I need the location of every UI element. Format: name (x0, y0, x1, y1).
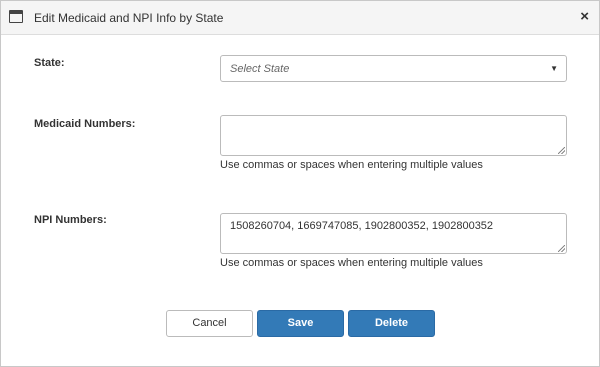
state-select-placeholder: Select State (230, 63, 290, 75)
chevron-down-icon: ▼ (550, 64, 558, 73)
state-select[interactable]: Select State ▼ (220, 55, 567, 82)
save-button[interactable]: Save (257, 310, 344, 337)
npi-numbers-label: NPI Numbers: (34, 214, 107, 226)
cancel-button[interactable]: Cancel (166, 310, 253, 337)
medicaid-numbers-hint: Use commas or spaces when entering multi… (220, 159, 483, 171)
resize-grip-icon[interactable] (558, 245, 565, 252)
state-label: State: (34, 57, 65, 69)
resize-grip-icon[interactable] (558, 147, 565, 154)
edit-medicaid-npi-dialog: Edit Medicaid and NPI Info by State × St… (0, 0, 600, 367)
npi-numbers-input[interactable]: 1508260704, 1669747085, 1902800352, 1902… (220, 213, 567, 254)
dialog-titlebar: Edit Medicaid and NPI Info by State × (1, 1, 599, 35)
window-icon (9, 10, 23, 23)
medicaid-numbers-input[interactable] (220, 115, 567, 156)
medicaid-numbers-label: Medicaid Numbers: (34, 118, 136, 130)
delete-button[interactable]: Delete (348, 310, 435, 337)
npi-numbers-hint: Use commas or spaces when entering multi… (220, 257, 483, 269)
dialog-title: Edit Medicaid and NPI Info by State (34, 11, 224, 25)
close-icon[interactable]: × (580, 8, 589, 26)
